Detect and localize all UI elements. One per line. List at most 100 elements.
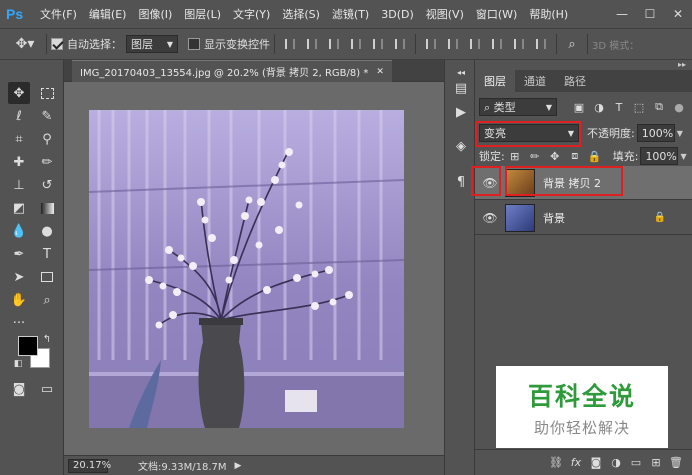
blur-tool-icon[interactable]: 💧 [8, 220, 30, 242]
lock-position-icon[interactable]: ✥ [547, 148, 563, 164]
filter-kind-dropdown[interactable]: ⌕ 类型 ▼ [479, 98, 557, 116]
visibility-eye-icon[interactable]: 👁 [475, 166, 505, 200]
quick-select-tool-icon[interactable]: ✎ [36, 105, 58, 127]
tab-paths[interactable]: 路径 [555, 70, 595, 92]
link-layers-icon[interactable]: ⛓ [546, 453, 566, 473]
hand-tool-icon[interactable]: ✋ [8, 289, 30, 311]
auto-select-target-dropdown[interactable]: 图层 ▼ [126, 35, 178, 53]
fill-slider-icon[interactable]: ▼ [680, 152, 686, 161]
maximize-button[interactable]: ☐ [636, 0, 664, 28]
more-tools-icon[interactable]: ··· [8, 312, 30, 334]
close-button[interactable]: ✕ [664, 0, 692, 28]
path-select-tool-icon[interactable]: ➤ [8, 266, 30, 288]
menu-image[interactable]: 图像(I) [132, 6, 178, 22]
gradient-tool-icon[interactable] [36, 197, 58, 219]
crop-tool-icon[interactable]: ⌗ [8, 128, 30, 150]
lock-all-icon[interactable]: 🔒 [587, 148, 603, 164]
lock-transparent-icon[interactable]: ⊞ [507, 148, 523, 164]
swap-colors-icon[interactable]: ↰ [40, 332, 54, 346]
eraser-tool-icon[interactable]: ◩ [8, 197, 30, 219]
pen-tool-icon[interactable]: ✒ [8, 243, 30, 265]
rectangle-tool-icon[interactable] [36, 266, 58, 288]
new-group-icon[interactable]: ▭ [626, 453, 646, 473]
lasso-tool-icon[interactable]: ℓ [8, 105, 30, 127]
menu-file[interactable]: 文件(F) [34, 6, 83, 22]
distribute-bottom-icon[interactable] [466, 35, 484, 53]
new-layer-icon[interactable]: ⊞ [646, 453, 666, 473]
lock-pixels-icon[interactable]: ✏ [527, 148, 543, 164]
close-tab-icon[interactable]: ✕ [376, 67, 384, 77]
show-transform-checkbox[interactable] [188, 38, 200, 50]
align-top-icon[interactable] [281, 35, 299, 53]
marquee-tool-icon[interactable] [36, 82, 58, 104]
zoom-tool-icon[interactable]: ⌕ [36, 289, 58, 311]
quick-mask-icon[interactable]: ◙ [8, 378, 30, 400]
move-tool-icon[interactable]: ✥ [8, 82, 30, 104]
trash-icon[interactable]: 🗑 [666, 453, 686, 473]
menu-3d[interactable]: 3D(D) [375, 8, 420, 21]
menu-filter[interactable]: 滤镜(T) [326, 6, 375, 22]
lock-artboard-icon[interactable]: ⧈ [567, 148, 583, 164]
paragraph-panel-icon[interactable]: ¶ [451, 172, 471, 192]
blend-mode-dropdown[interactable]: 变亮 ▼ [479, 124, 579, 142]
screen-mode-icon[interactable]: ▭ [36, 378, 58, 400]
align-vcenter-icon[interactable] [303, 35, 321, 53]
panel-collapse-icon[interactable]: ▸▸ [678, 60, 686, 69]
actions-play-icon[interactable]: ▶ [451, 102, 471, 122]
align-left-icon[interactable] [347, 35, 365, 53]
menu-select[interactable]: 选择(S) [276, 6, 326, 22]
visibility-eye-icon[interactable]: 👁 [475, 201, 505, 235]
distribute-vcenter-icon[interactable] [444, 35, 462, 53]
default-colors-icon[interactable]: ◧ [12, 358, 24, 370]
type-tool-icon[interactable]: T [36, 243, 58, 265]
tab-layers[interactable]: 图层 [475, 70, 515, 92]
properties-panel-icon[interactable]: ◈ [451, 136, 471, 156]
filter-toggle-icon[interactable]: ● [671, 99, 687, 115]
history-brush-tool-icon[interactable]: ↺ [36, 174, 58, 196]
minimize-button[interactable]: — [608, 0, 636, 28]
align-bottom-icon[interactable] [325, 35, 343, 53]
status-menu-icon[interactable]: ▶ [235, 461, 242, 471]
brush-tool-icon[interactable]: ✏ [36, 151, 58, 173]
distribute-hcenter-icon[interactable] [510, 35, 528, 53]
healing-brush-tool-icon[interactable]: ✚ [8, 151, 30, 173]
search-icon[interactable]: ⌕ [563, 35, 581, 53]
layer-row[interactable]: 👁 背景 🔒 [475, 201, 692, 235]
tab-channels[interactable]: 通道 [515, 70, 555, 92]
auto-select-checkbox[interactable] [51, 38, 63, 50]
document-tab-title: IMG_20170403_13554.jpg @ 20.2% (背景 拷贝 2,… [80, 68, 369, 79]
filter-shape-icon[interactable]: ⬚ [631, 99, 647, 115]
adjustment-layer-icon[interactable]: ◑ [606, 453, 626, 473]
menu-window[interactable]: 窗口(W) [470, 6, 523, 22]
move-tool-preset-icon[interactable]: ✥▾ [10, 35, 40, 53]
filter-pixel-icon[interactable]: ▣ [571, 99, 587, 115]
eyedropper-tool-icon[interactable]: ⚲ [36, 128, 58, 150]
dodge-tool-icon[interactable]: ● [36, 220, 58, 242]
align-right-icon[interactable] [391, 35, 409, 53]
distribute-left-icon[interactable] [488, 35, 506, 53]
menu-view[interactable]: 视图(V) [420, 6, 470, 22]
zoom-field[interactable]: 20.17% [68, 458, 111, 473]
foreground-color-swatch[interactable] [18, 336, 38, 356]
distribute-top-icon[interactable] [422, 35, 440, 53]
document-image[interactable] [89, 110, 404, 428]
add-mask-icon[interactable]: ◙ [586, 453, 606, 473]
menu-edit[interactable]: 编辑(E) [83, 6, 133, 22]
fill-field[interactable]: 100% [640, 147, 679, 165]
opacity-slider-icon[interactable]: ▼ [677, 129, 683, 138]
layer-row[interactable]: 👁 背景 拷贝 2 [475, 166, 692, 200]
menu-help[interactable]: 帮助(H) [523, 6, 574, 22]
align-hcenter-icon[interactable] [369, 35, 387, 53]
canvas-area[interactable] [64, 82, 444, 455]
opacity-field[interactable]: 100% [636, 124, 675, 142]
filter-adjustment-icon[interactable]: ◑ [591, 99, 607, 115]
distribute-right-icon[interactable] [532, 35, 550, 53]
fx-icon[interactable]: fx [566, 453, 586, 473]
filter-smart-object-icon[interactable]: ⧉ [651, 99, 667, 115]
clone-stamp-tool-icon[interactable]: ⊥ [8, 174, 30, 196]
menu-layer[interactable]: 图层(L) [178, 6, 227, 22]
document-tab[interactable]: IMG_20170403_13554.jpg @ 20.2% (背景 拷贝 2,… [72, 60, 392, 82]
menu-type[interactable]: 文字(Y) [227, 6, 276, 22]
history-panel-icon[interactable]: ▤ [451, 78, 471, 98]
filter-type-icon[interactable]: T [611, 99, 627, 115]
